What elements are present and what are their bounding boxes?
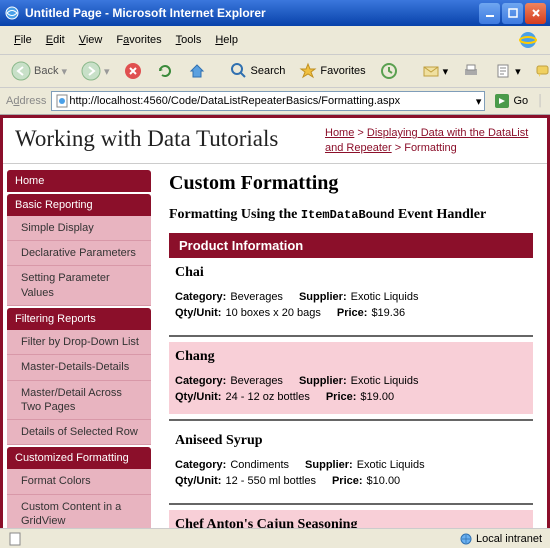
- stop-icon: [124, 62, 142, 80]
- close-button[interactable]: [525, 3, 546, 24]
- history-icon: [380, 62, 398, 80]
- discuss-icon: [535, 62, 550, 80]
- edit-button[interactable]: ▾: [489, 59, 526, 83]
- mail-icon: [422, 62, 440, 80]
- sidebar-item-declarative-parameters[interactable]: Declarative Parameters: [7, 241, 151, 266]
- breadcrumb: Home > Displaying Data with the DataList…: [325, 126, 535, 157]
- sidebar-item-filtering-reports[interactable]: Filtering Reports: [7, 308, 151, 330]
- discuss-button[interactable]: [530, 59, 550, 83]
- chevron-down-icon[interactable]: ▾: [476, 95, 482, 108]
- home-button[interactable]: [183, 59, 211, 83]
- sidebar-item-basic-reporting[interactable]: Basic Reporting: [7, 194, 151, 216]
- back-button[interactable]: Back ▾: [6, 58, 72, 84]
- divider: [169, 335, 533, 337]
- forward-button[interactable]: ▾: [76, 58, 115, 84]
- home-icon: [188, 62, 206, 80]
- page-title: Working with Data Tutorials: [15, 126, 278, 157]
- zone-text: Local intranet: [476, 533, 542, 545]
- edit-icon: [494, 62, 512, 80]
- sidebar-item-home[interactable]: Home: [7, 170, 151, 192]
- mail-button[interactable]: ▾: [417, 59, 454, 83]
- forward-icon: [81, 61, 101, 81]
- zone-icon: [459, 532, 473, 546]
- menu-help[interactable]: Help: [209, 32, 244, 48]
- sidebar: Home Basic Reporting Simple Display Decl…: [3, 164, 155, 545]
- history-button[interactable]: [375, 59, 403, 83]
- menu-edit[interactable]: Edit: [40, 32, 71, 48]
- sub-heading: Formatting Using the ItemDataBound Event…: [169, 207, 533, 223]
- supplier-label: Supplier:: [299, 291, 347, 303]
- print-icon: [462, 62, 480, 80]
- product-item: Chang Category:Beverages Supplier:Exotic…: [169, 342, 533, 414]
- address-label: Address: [6, 95, 46, 107]
- price-label: Price:: [337, 307, 368, 319]
- chevron-down-icon: ▾: [104, 65, 110, 78]
- chevron-down-icon: ▾: [515, 65, 521, 78]
- minimize-button[interactable]: [479, 3, 500, 24]
- divider: [169, 503, 533, 505]
- status-page-icon: [8, 532, 22, 546]
- breadcrumb-home[interactable]: Home: [325, 127, 354, 139]
- supplier-value: Exotic Liquids: [351, 291, 419, 303]
- go-button[interactable]: Go: [490, 92, 532, 110]
- links-separator: │: [537, 95, 544, 107]
- menubar: File Edit View Favorites Tools Help: [0, 26, 550, 55]
- sidebar-item-filter-dropdown[interactable]: Filter by Drop-Down List: [7, 330, 151, 355]
- back-icon: [11, 61, 31, 81]
- main-heading: Custom Formatting: [169, 172, 533, 195]
- ie-logo-icon: [514, 29, 542, 51]
- divider: [169, 419, 533, 421]
- category-value: Beverages: [230, 291, 283, 303]
- product-name: Aniseed Syrup: [175, 433, 527, 449]
- product-name: Chang: [175, 349, 527, 365]
- breadcrumb-current: Formatting: [404, 142, 457, 154]
- menu-favorites[interactable]: Favorites: [110, 32, 167, 48]
- toolbar: Back ▾ ▾ Search Favorites ▾ ▾: [0, 55, 550, 88]
- menu-file[interactable]: File: [8, 32, 38, 48]
- stop-button[interactable]: [119, 59, 147, 83]
- menu-tools[interactable]: Tools: [170, 32, 208, 48]
- sidebar-item-details-selected-row[interactable]: Details of Selected Row: [7, 420, 151, 445]
- star-icon: [299, 62, 317, 80]
- maximize-button[interactable]: [502, 3, 523, 24]
- section-header: Product Information: [169, 233, 533, 258]
- sidebar-item-format-colors[interactable]: Format Colors: [7, 469, 151, 494]
- chevron-down-icon: ▾: [443, 65, 449, 78]
- address-bar: Address ▾ Go │: [0, 88, 550, 115]
- sidebar-item-setting-parameter-values[interactable]: Setting Parameter Values: [7, 266, 151, 306]
- product-name: Chai: [175, 265, 527, 281]
- page-icon: [55, 94, 69, 108]
- chevron-down-icon: ▾: [61, 65, 67, 78]
- window-title: Untitled Page - Microsoft Internet Explo…: [25, 6, 479, 20]
- product-item: Aniseed Syrup Category:Condiments Suppli…: [169, 426, 533, 498]
- print-button[interactable]: [457, 59, 485, 83]
- search-button[interactable]: Search: [225, 59, 291, 83]
- sidebar-item-master-details-details[interactable]: Master-Details-Details: [7, 355, 151, 380]
- status-bar: Local intranet: [0, 528, 550, 548]
- refresh-icon: [156, 62, 174, 80]
- page-header: Working with Data Tutorials Home > Displ…: [3, 118, 547, 164]
- search-icon: [230, 62, 248, 80]
- address-input[interactable]: [69, 95, 476, 107]
- favorites-button[interactable]: Favorites: [294, 59, 370, 83]
- sidebar-item-customized-formatting[interactable]: Customized Formatting: [7, 447, 151, 469]
- ie-icon: [4, 5, 20, 21]
- qty-label: Qty/Unit:: [175, 307, 221, 319]
- main-content: Custom Formatting Formatting Using the I…: [155, 164, 547, 545]
- category-label: Category:: [175, 291, 226, 303]
- sidebar-item-simple-display[interactable]: Simple Display: [7, 216, 151, 241]
- address-input-wrap[interactable]: ▾: [51, 91, 485, 111]
- price-value: $19.36: [371, 307, 405, 319]
- go-icon: [494, 93, 510, 109]
- menu-view[interactable]: View: [73, 32, 109, 48]
- content-area: Working with Data Tutorials Home > Displ…: [0, 115, 550, 548]
- window-titlebar: Untitled Page - Microsoft Internet Explo…: [0, 0, 550, 26]
- product-item: Chai Category: Beverages Supplier: Exotic …: [169, 258, 533, 330]
- sidebar-item-master-detail-two-pages[interactable]: Master/Detail Across Two Pages: [7, 381, 151, 421]
- refresh-button[interactable]: [151, 59, 179, 83]
- qty-value: 10 boxes x 20 bags: [225, 307, 320, 319]
